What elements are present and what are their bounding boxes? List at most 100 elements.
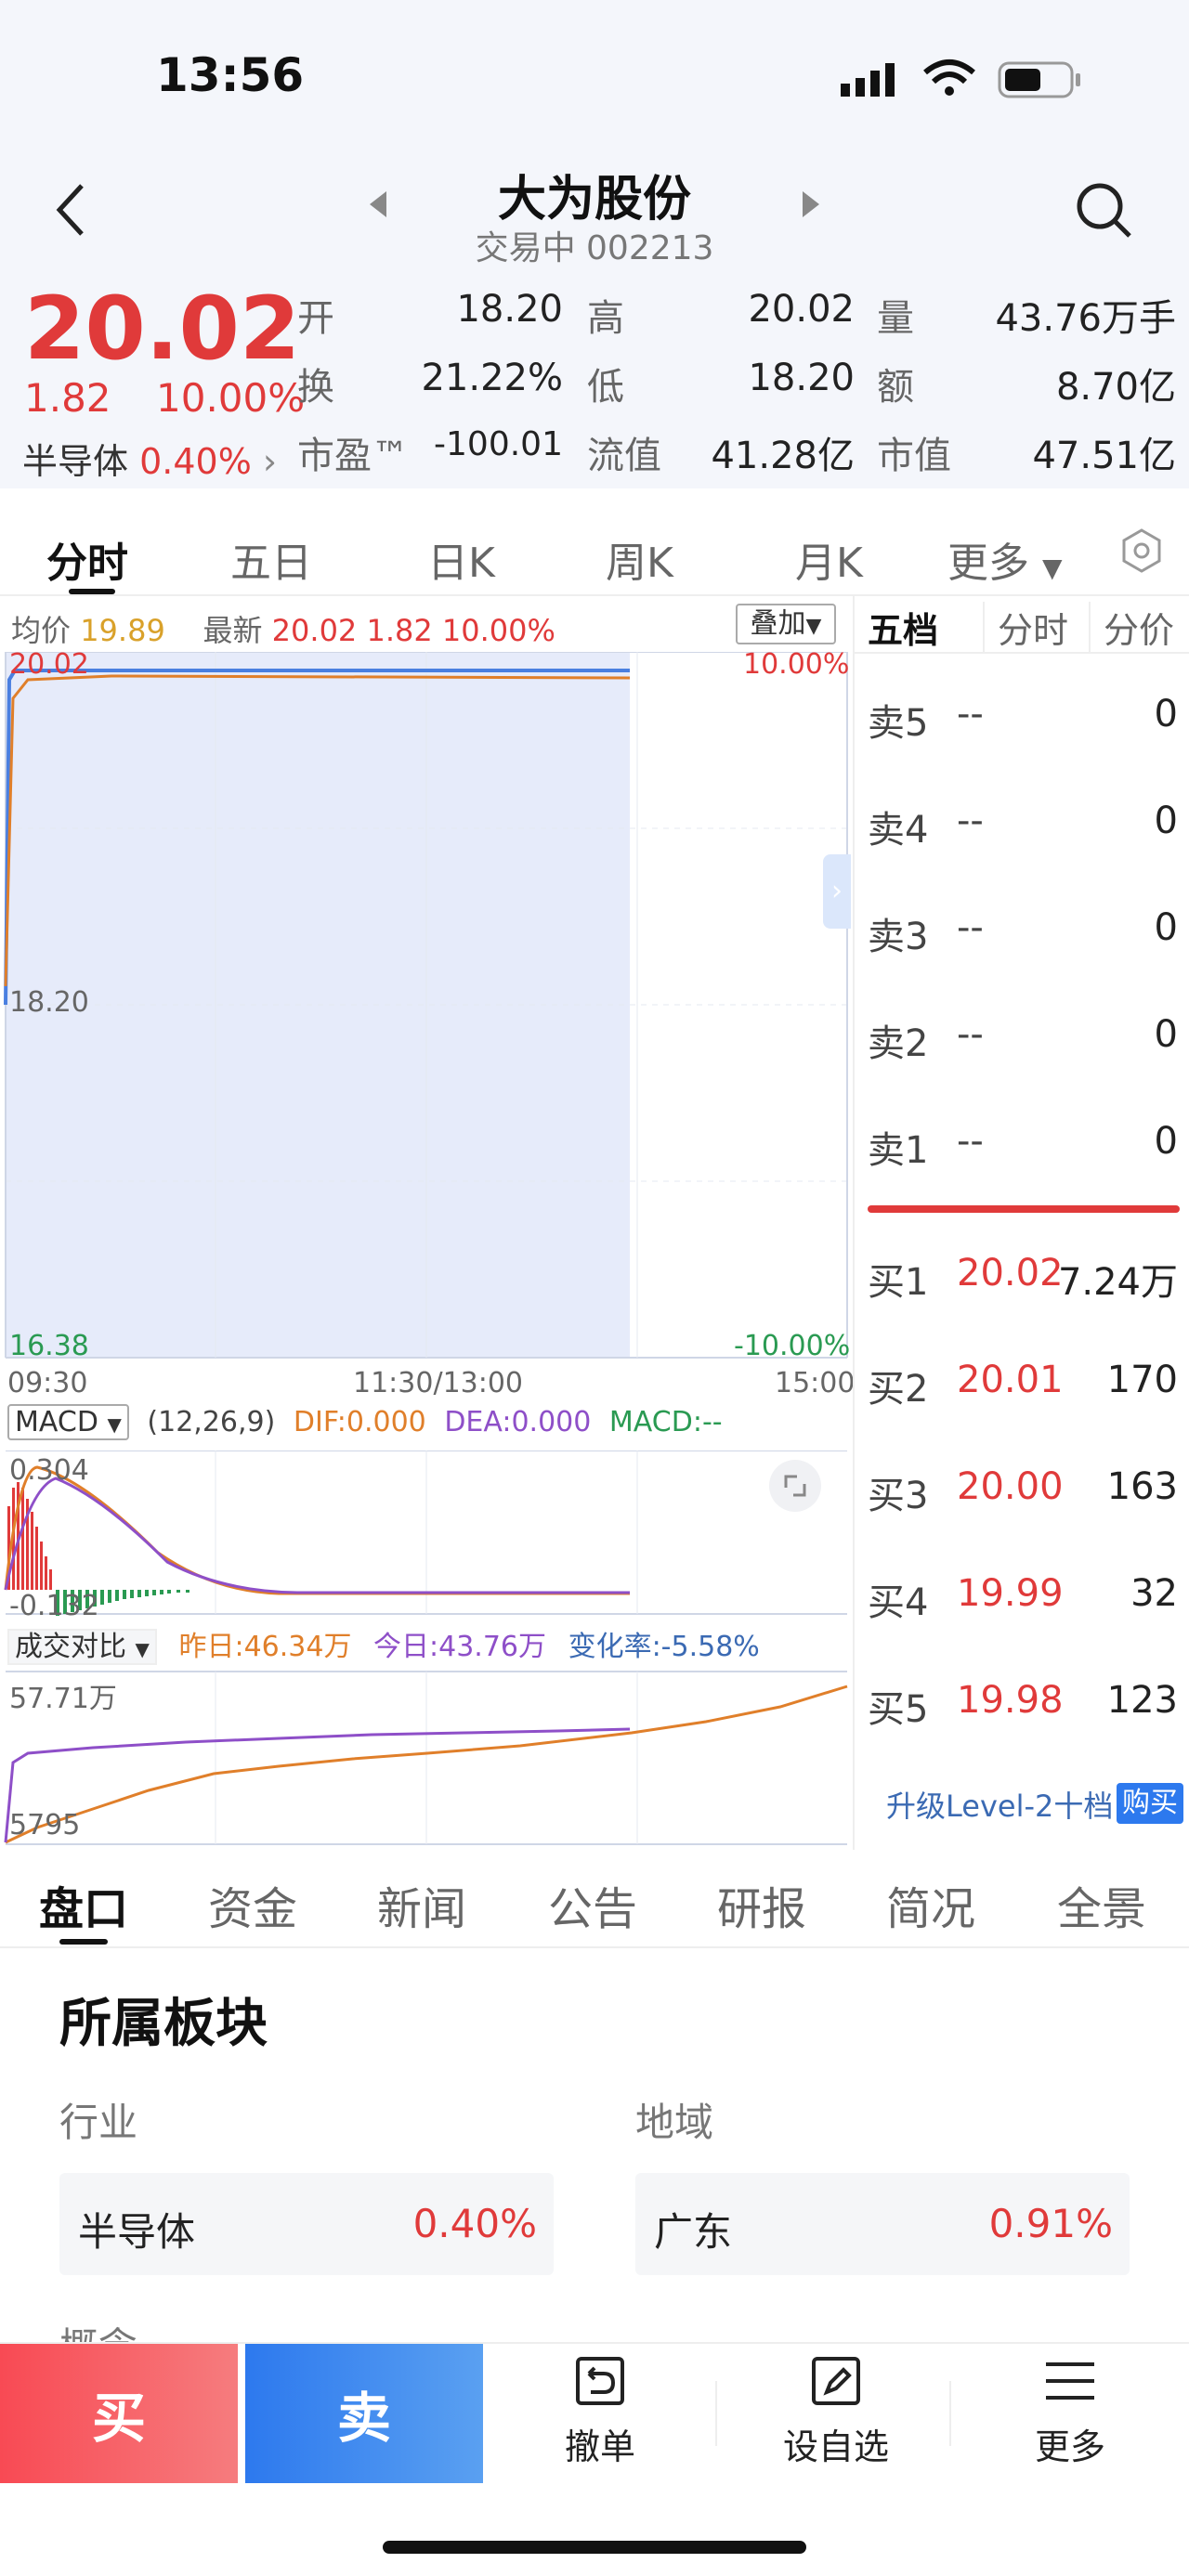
order-book-divider xyxy=(868,1205,1180,1213)
next-stock-icon[interactable] xyxy=(799,189,821,219)
search-icon[interactable] xyxy=(1074,180,1135,241)
ask-price: -- xyxy=(957,906,984,949)
volume-bottom-value: 5795 xyxy=(9,1809,81,1841)
buy-button[interactable]: 买 xyxy=(0,2344,238,2483)
axis-top-pct: 10.00% xyxy=(743,648,850,681)
tab-funds[interactable]: 资金 xyxy=(208,1872,297,1937)
ask-label: 卖3 xyxy=(868,916,929,958)
purchase-button[interactable]: 购买 xyxy=(1117,1783,1183,1824)
sector-pct: 0.40% xyxy=(139,441,252,482)
tab-five-day[interactable]: 五日 xyxy=(230,529,312,589)
stat-value-low: 18.20 xyxy=(748,357,855,399)
tab-news[interactable]: 新闻 xyxy=(377,1872,466,1937)
section-title-sectors: 所属板块 xyxy=(59,1994,268,2054)
cancel-order-button[interactable]: 撤单 xyxy=(516,2353,684,2469)
tab-weekly-k[interactable]: 周K xyxy=(606,529,673,589)
chevron-right-icon: › xyxy=(262,441,278,482)
tab-intraday[interactable]: 分时 xyxy=(46,529,128,589)
bid-label: 买1 xyxy=(868,1261,929,1304)
tab-five-levels[interactable]: 五档 xyxy=(868,602,938,653)
sell-button[interactable]: 卖 xyxy=(245,2344,483,2483)
ask-volume: 0 xyxy=(1154,906,1178,949)
ask-row-5: 卖5 -- 0 xyxy=(855,693,1189,748)
info-tabs: 盘口 资金 新闻 公告 研报 简况 全景 xyxy=(0,1850,1189,1948)
status-bar: 13:56 xyxy=(0,0,1189,158)
ask-row-2: 卖2 -- 0 xyxy=(855,1013,1189,1069)
tab-research[interactable]: 研报 xyxy=(717,1872,806,1937)
tab-panorama[interactable]: 全景 xyxy=(1057,1872,1146,1937)
ask-row-3: 卖3 -- 0 xyxy=(855,906,1189,962)
expand-chart-button[interactable] xyxy=(769,1460,821,1512)
tab-order-time[interactable]: 分时 xyxy=(983,602,1068,653)
battery-icon xyxy=(998,61,1080,98)
volume-compare-header: 成交对比 ▼ 昨日:46.34万 今日:43.76万 变化率:-5.58% xyxy=(7,1623,760,1665)
macd-selector[interactable]: MACD ▼ xyxy=(7,1404,129,1440)
sector-name: 半导体 xyxy=(22,441,129,482)
tab-overview[interactable]: 简况 xyxy=(886,1872,975,1937)
wifi-icon xyxy=(923,59,975,96)
tab-daily-k[interactable]: 日K xyxy=(427,529,495,589)
overlay-button[interactable]: 叠加▼ xyxy=(736,604,836,644)
macd-chart-svg xyxy=(4,1451,847,1616)
time-tick-close: 15:00 xyxy=(775,1367,856,1399)
latest-value: 20.02 xyxy=(271,613,358,648)
cancel-order-label: 撤单 xyxy=(564,2426,635,2467)
overlay-button-label: 叠加 xyxy=(750,607,806,640)
volume-top-value: 57.71万 xyxy=(9,1683,117,1715)
ask-row-1: 卖1 -- 0 xyxy=(855,1120,1189,1176)
signal-icon xyxy=(841,63,895,97)
upgrade-level2-link[interactable]: 升级Level-2十档 xyxy=(886,1783,1113,1826)
macd-dif-line xyxy=(4,1465,630,1595)
region-card[interactable]: 广东 0.91% xyxy=(635,2173,1130,2275)
bid-volume: 170 xyxy=(1106,1359,1178,1401)
tab-handicap[interactable]: 盘口 xyxy=(39,1872,128,1937)
volume-yesterday: 昨日:46.34万 xyxy=(178,1631,352,1663)
price-change: 1.82 xyxy=(24,375,111,421)
industry-card[interactable]: 半导体 0.40% xyxy=(59,2173,554,2275)
volume-compare-selector[interactable]: 成交对比 ▼ xyxy=(7,1629,157,1665)
stat-label-high: 高 xyxy=(587,297,624,340)
tab-monthly-k[interactable]: 月K xyxy=(795,529,863,589)
add-watchlist-button[interactable]: 设自选 xyxy=(752,2353,920,2469)
industry-name: 半导体 xyxy=(78,2209,196,2255)
macd-header: MACD ▼ (12,26,9) DIF:0.000 DEA:0.000 MAC… xyxy=(7,1404,723,1440)
bid-price: 19.98 xyxy=(957,1679,1064,1722)
ask-label: 卖1 xyxy=(868,1129,929,1172)
macd-dea: DEA:0.000 xyxy=(444,1406,592,1438)
bid-label: 买2 xyxy=(868,1368,929,1411)
menu-icon xyxy=(1046,2362,1094,2400)
axis-top-price: 20.02 xyxy=(9,648,89,681)
more-actions-button[interactable]: 更多 xyxy=(986,2353,1154,2469)
bid-label: 买5 xyxy=(868,1688,929,1731)
tab-active-indicator xyxy=(69,589,115,594)
time-tick-midday: 11:30/13:00 xyxy=(353,1367,524,1399)
sector-link[interactable]: 半导体 0.40% › xyxy=(22,433,277,484)
time-tick-open: 09:30 xyxy=(7,1367,88,1399)
tab-announcements[interactable]: 公告 xyxy=(548,1872,637,1937)
ask-label: 卖2 xyxy=(868,1022,929,1065)
macd-dea-line xyxy=(4,1477,630,1594)
latest-label: 最新 xyxy=(203,613,263,648)
macd-top-value: 0.304 xyxy=(9,1454,89,1487)
latest-pct: 10.00% xyxy=(441,613,555,648)
collapse-panel-handle[interactable]: › xyxy=(823,854,851,929)
settings-icon[interactable] xyxy=(1118,527,1165,574)
region-pct: 0.91% xyxy=(988,2201,1113,2246)
tab-order-price[interactable]: 分价 xyxy=(1089,602,1174,653)
clock: 13:56 xyxy=(156,48,305,102)
tab-more[interactable]: 更多 ▼ xyxy=(947,529,1063,589)
volume-today: 今日:43.76万 xyxy=(373,1631,547,1663)
quote-panel: 20.02 1.82 10.00% 半导体 0.40% › 开 18.20 高 … xyxy=(0,279,1189,488)
bottom-action-bar: 买 卖 撤单 设自选 更多 xyxy=(0,2342,1189,2483)
volume-compare-label: 成交对比 xyxy=(15,1631,126,1663)
bid-row-4: 买4 19.99 32 xyxy=(855,1572,1189,1628)
macd-bottom-value: -0.132 xyxy=(9,1590,99,1622)
stat-value-market-cap: 47.51亿 xyxy=(1032,435,1176,477)
ask-price: -- xyxy=(957,800,984,842)
ask-price: -- xyxy=(957,1013,984,1056)
dropdown-icon: ▼ xyxy=(1042,553,1063,583)
action-divider xyxy=(949,2381,951,2446)
stat-value-amount: 8.70亿 xyxy=(1055,366,1176,409)
macd-dif: DIF:0.000 xyxy=(293,1406,426,1438)
info-tab-indicator xyxy=(59,1939,108,1945)
